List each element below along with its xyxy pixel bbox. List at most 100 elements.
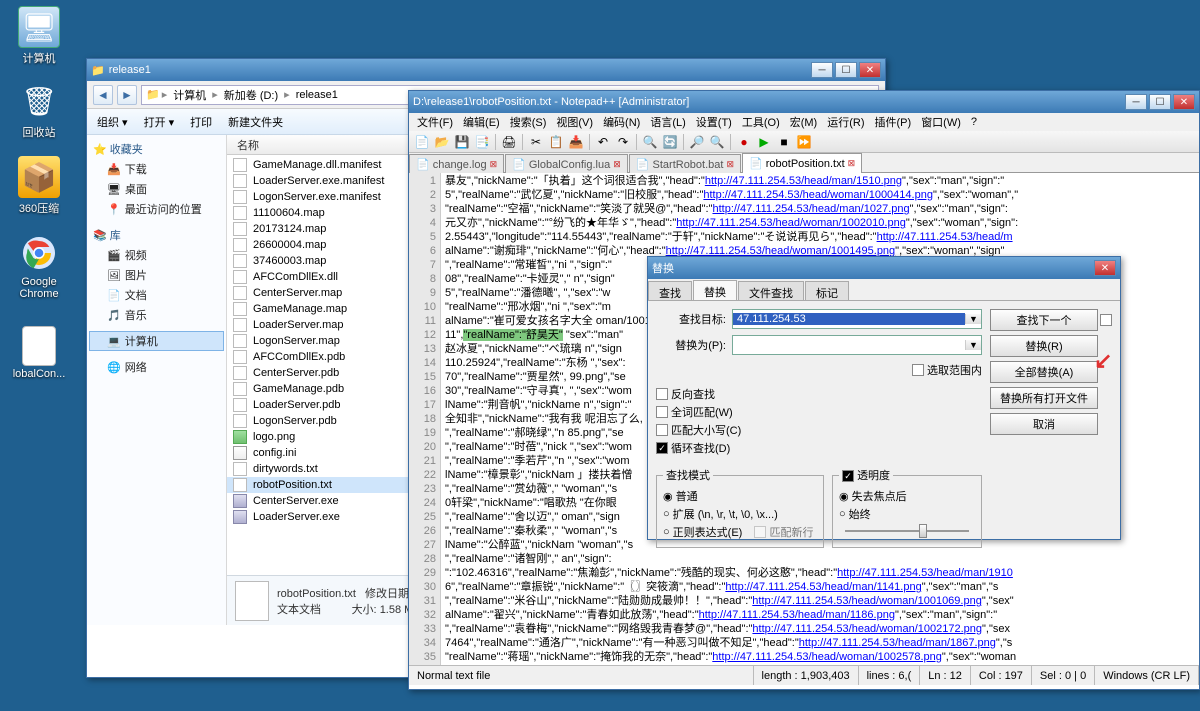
libraries-group[interactable]: 📚 库 <box>89 225 224 245</box>
replace-titlebar[interactable]: 替换 ✕ <box>648 257 1120 279</box>
replace-all-files-button[interactable]: 替换所有打开文件 <box>990 387 1098 409</box>
print-button[interactable]: 打印 <box>190 114 212 130</box>
close-button[interactable]: ✕ <box>859 62 881 78</box>
editor-tab[interactable]: 📄 robotPosition.txt⊠ <box>742 153 862 173</box>
new-folder-button[interactable]: 新建文件夹 <box>228 114 283 130</box>
saveall-icon[interactable]: 📑 <box>473 133 491 151</box>
menu-item[interactable]: 插件(P) <box>871 114 916 130</box>
print-icon[interactable]: 🖨 <box>500 133 518 151</box>
transparency-slider[interactable] <box>839 523 975 539</box>
recycle-icon: 🗑 <box>18 80 60 122</box>
matchcase-checkbox[interactable]: 匹配大小写(C) <box>656 421 982 439</box>
tab-mark[interactable]: 标记 <box>805 281 849 300</box>
npp-titlebar[interactable]: D:\release1\robotPosition.txt - Notepad+… <box>409 91 1199 113</box>
backward-checkbox[interactable]: 反向查找 <box>656 385 982 403</box>
replace-button[interactable]: 替换(R) <box>990 335 1098 357</box>
menu-item[interactable]: 语言(L) <box>646 114 689 130</box>
wrap-checkbox[interactable]: ✓循环查找(D) <box>656 439 982 457</box>
in-selection-checkbox[interactable]: 选取范围内 <box>912 361 982 379</box>
sidebar-item-recent[interactable]: 📍 最近访问的位置 <box>89 199 224 219</box>
close-tab-icon[interactable]: ⊠ <box>848 158 856 169</box>
menu-item[interactable]: 运行(R) <box>823 114 868 130</box>
replace-input[interactable]: ▼ <box>732 335 982 355</box>
sidebar-item-desktop[interactable]: 🖥 桌面 <box>89 179 224 199</box>
explorer-titlebar[interactable]: 📁 release1 ─ ☐ ✕ <box>87 59 885 81</box>
menu-item[interactable]: 搜索(S) <box>506 114 551 130</box>
sidebar-item-documents[interactable]: 📄 文档 <box>89 285 224 305</box>
menu-item[interactable]: 设置(T) <box>692 114 736 130</box>
tab-findinfiles[interactable]: 文件查找 <box>738 281 804 300</box>
back-button[interactable]: ◄ <box>93 85 113 105</box>
close-tab-icon[interactable]: ⊠ <box>490 159 498 170</box>
editor-tab[interactable]: 📄 GlobalConfig.lua⊠ <box>505 154 628 173</box>
explorer-sidebar: ⭐ 收藏夹 📥 下载 🖥 桌面 📍 最近访问的位置 📚 库 🎬 视频 🖼 图片 … <box>87 135 227 625</box>
redo-icon[interactable]: ↷ <box>614 133 632 151</box>
dropdown-icon[interactable]: ▼ <box>965 340 981 350</box>
maximize-button[interactable]: ☐ <box>1149 94 1171 110</box>
menu-item[interactable]: 视图(V) <box>552 114 597 130</box>
file-icon <box>233 302 247 316</box>
forward-button[interactable]: ► <box>117 85 137 105</box>
wholeword-checkbox[interactable]: 全词匹配(W) <box>656 403 982 421</box>
fastfwd-icon[interactable]: ⏩ <box>795 133 813 151</box>
maximize-button[interactable]: ☐ <box>835 62 857 78</box>
menu-item[interactable]: 编辑(E) <box>459 114 504 130</box>
editor-tab[interactable]: 📄 StartRobot.bat⊠ <box>629 154 741 173</box>
zoom-out-icon[interactable]: 🔍 <box>708 133 726 151</box>
close-tab-icon[interactable]: ⊠ <box>726 159 734 170</box>
paste-icon[interactable]: 📥 <box>567 133 585 151</box>
minimize-button[interactable]: ─ <box>811 62 833 78</box>
trans-onlose-radio[interactable]: ◉ 失去焦点后 <box>839 487 975 505</box>
play-icon[interactable]: ▶ <box>755 133 773 151</box>
replace-all-button[interactable]: 全部替换(A) <box>990 361 1098 383</box>
mode-extended-radio[interactable]: ○ 扩展 (\n, \r, \t, \0, \x...) <box>663 505 817 523</box>
sidebar-item-music[interactable]: 🎵 音乐 <box>89 305 224 325</box>
sidebar-item-network[interactable]: 🌐 网络 <box>89 357 224 377</box>
menu-item[interactable]: 编码(N) <box>599 114 644 130</box>
menu-item[interactable]: 工具(O) <box>738 114 784 130</box>
close-button[interactable]: ✕ <box>1094 260 1116 276</box>
find-next-checkbox[interactable] <box>1100 314 1112 326</box>
favorites-group[interactable]: ⭐ 收藏夹 <box>89 139 224 159</box>
open-menu[interactable]: 打开 ▾ <box>144 114 175 130</box>
trans-always-radio[interactable]: ○ 始终 <box>839 505 975 523</box>
find-icon[interactable]: 🔍 <box>641 133 659 151</box>
find-next-button[interactable]: 查找下一个 <box>990 309 1098 331</box>
zoom-in-icon[interactable]: 🔎 <box>688 133 706 151</box>
menu-item[interactable]: ? <box>967 116 981 128</box>
dropdown-icon[interactable]: ▼ <box>965 314 981 324</box>
record-icon[interactable]: ● <box>735 133 753 151</box>
desktop-icon-360zip[interactable]: 📦 360压缩 <box>4 156 74 216</box>
sidebar-item-pictures[interactable]: 🖼 图片 <box>89 265 224 285</box>
save-icon[interactable]: 💾 <box>453 133 471 151</box>
desktop-icon-file[interactable]: lobalCon... <box>4 326 74 380</box>
tab-replace[interactable]: 替换 <box>693 280 737 300</box>
sidebar-item-computer[interactable]: 💻 计算机 <box>89 331 224 351</box>
cancel-button[interactable]: 取消 <box>990 413 1098 435</box>
desktop-icon-computer[interactable]: 🖥 计算机 <box>4 6 74 66</box>
cut-icon[interactable]: ✂ <box>527 133 545 151</box>
editor-tab[interactable]: 📄 change.log⊠ <box>409 154 504 173</box>
organize-menu[interactable]: 组织 ▾ <box>97 114 128 130</box>
open-icon[interactable]: 📂 <box>433 133 451 151</box>
menu-item[interactable]: 窗口(W) <box>917 114 965 130</box>
desktop-icon-chrome[interactable]: Google Chrome <box>4 232 74 300</box>
copy-icon[interactable]: 📋 <box>547 133 565 151</box>
undo-icon[interactable]: ↶ <box>594 133 612 151</box>
replace-icon[interactable]: 🔄 <box>661 133 679 151</box>
close-tab-icon[interactable]: ⊠ <box>613 159 621 170</box>
minimize-button[interactable]: ─ <box>1125 94 1147 110</box>
sidebar-item-videos[interactable]: 🎬 视频 <box>89 245 224 265</box>
new-icon[interactable]: 📄 <box>413 133 431 151</box>
mode-normal-radio[interactable]: ◉ 普通 <box>663 487 817 505</box>
stop-icon[interactable]: ■ <box>775 133 793 151</box>
tab-find[interactable]: 查找 <box>648 281 692 300</box>
desktop-icon-recycle[interactable]: 🗑 回收站 <box>4 80 74 140</box>
menu-item[interactable]: 文件(F) <box>413 114 457 130</box>
menu-item[interactable]: 宏(M) <box>786 114 822 130</box>
sidebar-item-downloads[interactable]: 📥 下载 <box>89 159 224 179</box>
find-input[interactable]: ▼ <box>732 309 982 329</box>
close-button[interactable]: ✕ <box>1173 94 1195 110</box>
explorer-title: release1 <box>109 64 151 76</box>
mode-regex-radio[interactable]: ○ 正则表达式(E) 匹配新行 <box>663 523 817 541</box>
